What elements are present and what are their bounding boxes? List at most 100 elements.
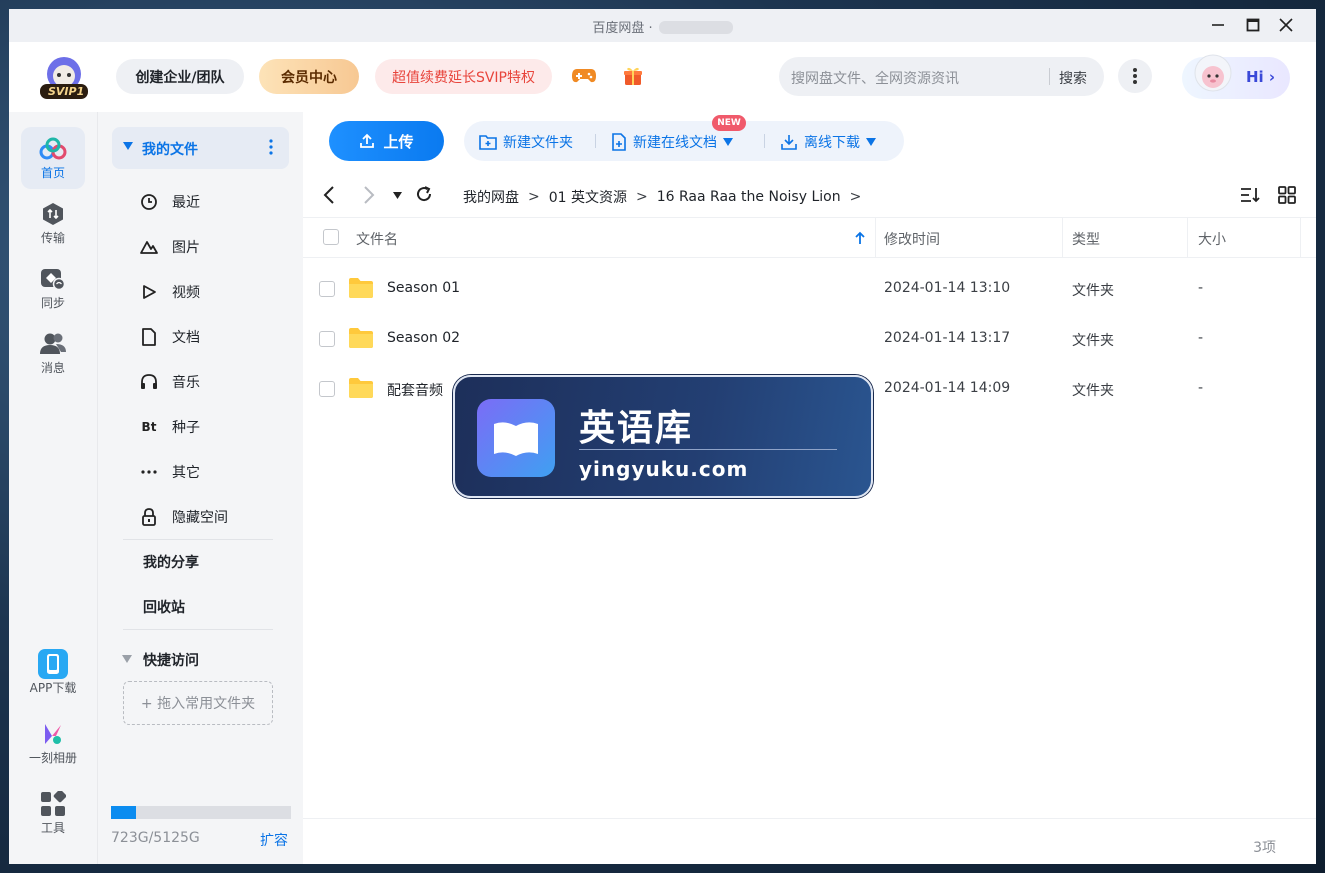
upload-button[interactable]: 上传 — [329, 121, 444, 161]
upload-label: 上传 — [383, 132, 414, 151]
sidebar-item-my-share[interactable]: 我的分享 — [143, 552, 199, 572]
breadcrumb-item[interactable]: 我的网盘 — [463, 187, 519, 207]
rail-item-transfer[interactable]: 传输 — [21, 192, 85, 254]
sidebar-item-videos[interactable]: 视频 — [138, 277, 288, 307]
breadcrumb: 我的网盘 > 01 英文资源 > 16 Raa Raa the Noisy Li… — [463, 187, 861, 207]
svip-badge-text: SVIP1 — [48, 85, 85, 98]
file-size: - — [1198, 280, 1204, 296]
download-icon — [781, 135, 797, 150]
new-online-doc-label: 新建在线文档 — [633, 135, 717, 151]
sidebar-torrents-label: 种子 — [172, 420, 200, 436]
gift-button[interactable] — [616, 59, 650, 93]
rail-item-message[interactable]: 消息 — [21, 322, 85, 384]
rail-home-label: 首页 — [40, 166, 65, 180]
column-header-type[interactable]: 类型 — [1072, 229, 1100, 249]
table-row[interactable]: Season 01 2024-01-14 13:10 文件夹 - — [303, 264, 1316, 314]
dropdown-caret-icon[interactable] — [723, 138, 733, 146]
caret-down-icon[interactable] — [122, 655, 132, 663]
forward-arrow-icon[interactable] — [363, 186, 375, 204]
file-name[interactable]: 配套音频 — [387, 380, 443, 400]
watermark-overlay: 英语库 yingyuku.com — [453, 375, 873, 498]
create-team-label: 创建企业/团队 — [135, 69, 225, 86]
rail-item-album[interactable]: 一刻相册 — [21, 712, 85, 774]
rail-item-app-download[interactable]: APP下载 — [21, 642, 85, 704]
breadcrumb-item[interactable]: 01 英文资源 — [549, 187, 627, 207]
svip-renew-button[interactable]: 超值续费延长SVIP特权 — [375, 59, 552, 94]
kebab-icon[interactable] — [269, 139, 273, 155]
search-button[interactable]: 搜索 — [1059, 68, 1087, 88]
new-folder-button[interactable]: 新建文件夹 — [479, 132, 573, 152]
rail-app-download-label: APP下载 — [29, 681, 77, 695]
row-checkbox[interactable] — [319, 281, 335, 297]
column-header-name[interactable]: 文件名 — [356, 229, 398, 249]
sidebar-item-recycle-bin[interactable]: 回收站 — [143, 597, 185, 617]
sort-ascending-icon[interactable] — [855, 231, 865, 245]
headphones-icon — [141, 374, 157, 389]
sort-list-icon[interactable] — [1240, 186, 1260, 204]
sidebar-videos-label: 视频 — [172, 285, 200, 301]
minimize-button[interactable] — [1204, 13, 1232, 37]
refresh-icon[interactable] — [415, 185, 433, 203]
file-type: 文件夹 — [1072, 383, 1114, 399]
sidebar-item-documents[interactable]: 文档 — [138, 322, 288, 352]
quick-access-header[interactable]: 快捷访问 — [143, 650, 199, 670]
rail-item-home[interactable]: 首页 — [21, 127, 85, 189]
hi-text: Hi — [1246, 68, 1264, 86]
caret-down-icon[interactable] — [123, 142, 133, 150]
column-header-size[interactable]: 大小 — [1198, 229, 1226, 249]
search-placeholder[interactable]: 搜网盘文件、全网资源资讯 — [791, 68, 959, 88]
column-divider — [1062, 218, 1063, 258]
folder-icon — [349, 328, 373, 348]
maximize-button[interactable] — [1239, 13, 1267, 37]
my-files-header[interactable]: 我的文件 — [112, 127, 289, 169]
game-button[interactable] — [567, 59, 601, 93]
grid-view-icon[interactable] — [1278, 186, 1296, 204]
rail-item-tools[interactable]: 工具 — [21, 782, 85, 844]
file-modified-time: 2024-01-14 13:10 — [884, 280, 1011, 296]
sidebar-item-recent[interactable]: 最近 — [138, 187, 288, 217]
back-arrow-icon[interactable] — [323, 186, 335, 204]
rail-transfer-label: 传输 — [40, 231, 65, 245]
sidebar-item-other[interactable]: 其它 — [138, 457, 288, 487]
table-row[interactable]: Season 02 2024-01-14 13:17 文件夹 - — [303, 314, 1316, 364]
image-icon — [140, 241, 158, 254]
search-divider — [1049, 68, 1050, 85]
select-all-checkbox[interactable] — [323, 229, 339, 245]
sidebar-item-images[interactable]: 图片 — [138, 232, 288, 262]
new-folder-icon — [479, 135, 497, 150]
watermark-url: yingyuku.com — [579, 457, 749, 481]
file-name[interactable]: Season 01 — [387, 280, 460, 296]
close-button[interactable] — [1272, 13, 1300, 37]
toolbar-divider — [595, 134, 596, 148]
blurred-account-name — [658, 21, 733, 34]
title-bar: 百度网盘 · — [9, 9, 1316, 42]
sidebar-item-torrents[interactable]: Bt 种子 — [138, 412, 288, 442]
mascot-icon — [1194, 54, 1232, 92]
sidebar-images-label: 图片 — [172, 240, 200, 256]
svip-avatar[interactable]: SVIP1 — [38, 54, 90, 100]
hi-assistant-button[interactable]: Hi › — [1182, 54, 1290, 99]
quick-access-drop-zone[interactable]: + 拖入常用文件夹 — [123, 681, 273, 725]
rail-item-sync[interactable]: 同步 — [21, 257, 85, 319]
open-book-icon — [494, 422, 538, 456]
row-checkbox[interactable] — [319, 381, 335, 397]
vip-center-button[interactable]: 会员中心 — [259, 59, 359, 94]
file-size: - — [1198, 330, 1204, 346]
clock-icon — [141, 194, 157, 210]
file-name[interactable]: Season 02 — [387, 330, 460, 346]
sidebar-item-hidden-space[interactable]: 隐藏空间 — [138, 502, 288, 532]
history-dropdown-icon[interactable] — [393, 192, 402, 199]
breadcrumb-item[interactable]: 16 Raa Raa the Noisy Lion — [657, 189, 841, 205]
create-team-button[interactable]: 创建企业/团队 — [116, 59, 244, 94]
offline-download-button[interactable]: 离线下载 — [780, 132, 876, 152]
more-menu-button[interactable] — [1118, 59, 1152, 93]
row-checkbox[interactable] — [319, 331, 335, 347]
expand-storage-link[interactable]: 扩容 — [260, 830, 288, 850]
dropdown-caret-icon[interactable] — [866, 138, 876, 146]
column-header-modified[interactable]: 修改时间 — [884, 229, 940, 249]
hi-label: Hi › — [1246, 68, 1276, 86]
sidebar-music-label: 音乐 — [172, 375, 200, 391]
sidebar-item-music[interactable]: 音乐 — [138, 367, 288, 397]
new-online-doc-button[interactable]: 新建在线文档 — [611, 132, 733, 152]
search-box[interactable]: 搜网盘文件、全网资源资讯 搜索 — [779, 57, 1104, 96]
